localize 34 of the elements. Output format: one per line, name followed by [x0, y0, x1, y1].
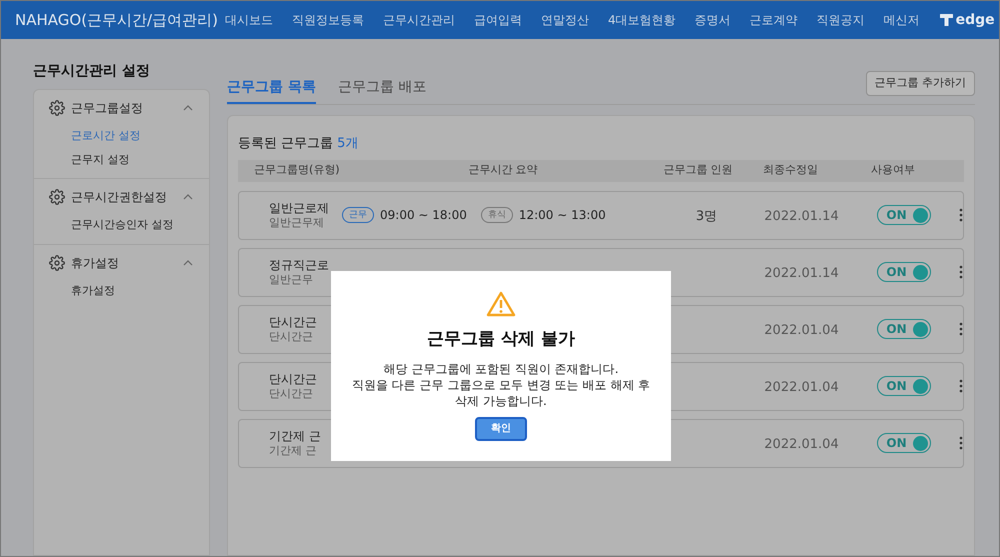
modified-date: 2022.01.04 [764, 323, 839, 338]
column-header: 근무그룹 인원 [662, 162, 734, 178]
group-type: 일반근무제 [269, 216, 325, 230]
column-header: 근무그룹명(유형) [253, 162, 341, 178]
modified-date: 2022.01.04 [764, 437, 839, 452]
dialog-message: 직원을 다른 근무 그룹으로 모두 변경 또는 배포 해제 후 [352, 376, 650, 392]
column-header: 사용여부 [870, 162, 916, 178]
group-count: 5개 [337, 135, 358, 153]
page-title: 근무시간관리 설정 [33, 62, 151, 81]
modified-date: 2022.01.04 [764, 380, 839, 395]
group-type: 단시간근 [269, 386, 314, 400]
group-name: 일반근로제 [269, 200, 330, 216]
group-name: 단시간근 [269, 314, 318, 330]
list-title: 등록된 근무그룹 [238, 135, 334, 153]
group-type: 기간제 근 [269, 444, 318, 458]
group-name: 단시간근 [269, 372, 318, 387]
dialog-title: 근무그룹 삭제 불가 [427, 328, 575, 351]
modified-date: 2022.01.14 [764, 209, 839, 224]
group-name: 기간제 근 [269, 428, 322, 444]
member-count: 3명 [696, 209, 718, 224]
dialog-message: 해당 근무그룹에 포함된 직원이 존재합니다. [383, 360, 619, 376]
column-header: 근무시간 요약 [467, 162, 539, 178]
app-title: NAHAGO(근무시간/급여관리) [15, 10, 218, 31]
group-type: 단시간근 [269, 330, 314, 344]
logo-text: edge [956, 10, 995, 30]
work-badge: 근무 [342, 207, 374, 223]
modified-date: 2022.01.14 [764, 266, 839, 281]
column-header: 최종수정일 [762, 162, 819, 178]
break-badge: 휴식 [480, 207, 513, 223]
work-time: 09:00 ~ 18:00 [380, 207, 467, 224]
break-time: 12:00 ~ 13:00 [518, 207, 606, 224]
dialog-message: 삭제 가능합니다. [455, 392, 547, 408]
group-type: 일반근무 [269, 272, 314, 286]
group-name: 정규직근로 [269, 258, 330, 273]
